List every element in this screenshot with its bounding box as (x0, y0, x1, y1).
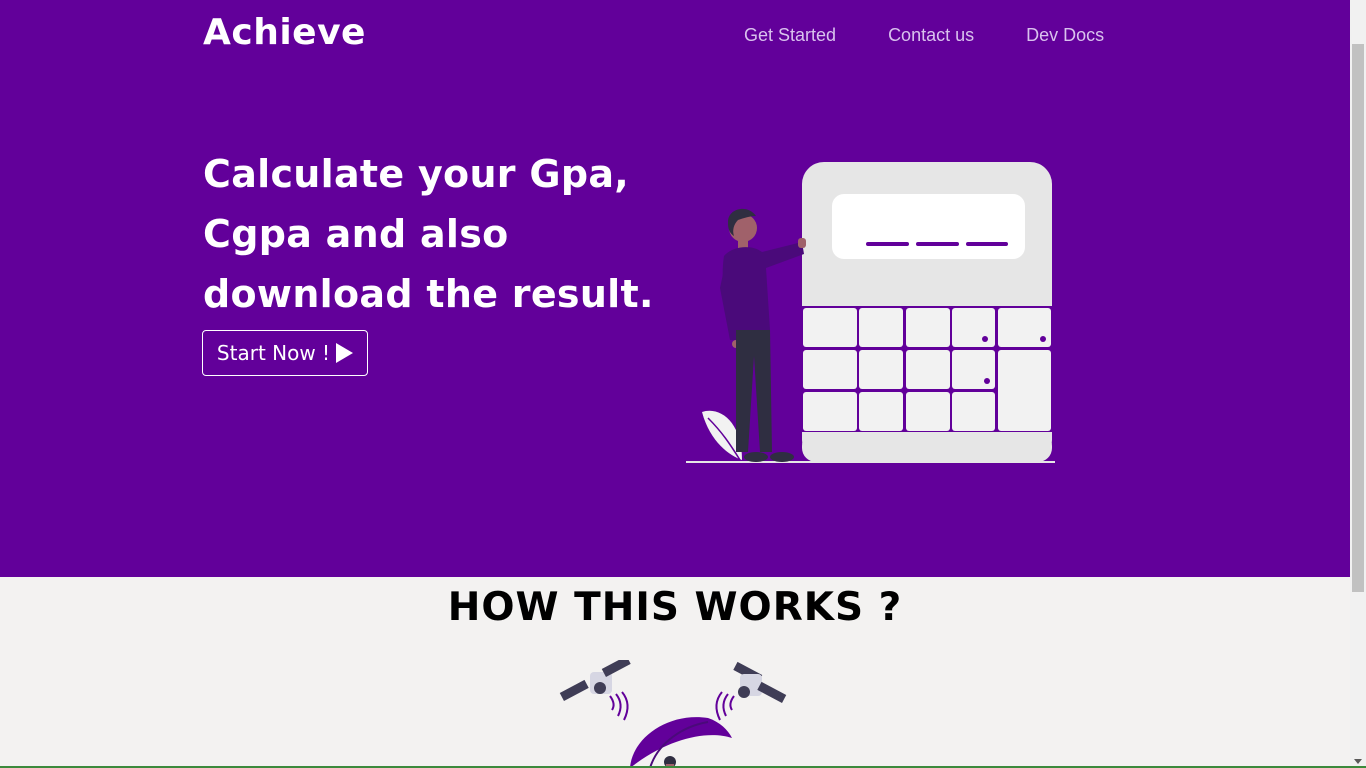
calculator-illustration (686, 162, 1055, 463)
vertical-scrollbar[interactable] (1350, 0, 1366, 768)
play-icon (336, 343, 354, 363)
satellites-umbrella-illustration (559, 660, 787, 768)
how-this-works-title: HOW THIS WORKS ? (447, 585, 903, 630)
hero-section: Achieve Get Started Contact us Dev Docs … (0, 0, 1350, 577)
scrollbar-thumb[interactable] (1352, 44, 1364, 592)
start-now-button[interactable]: Start Now ! (202, 330, 368, 376)
hero-headline: Calculate your Gpa, Cgpa and also downlo… (203, 152, 654, 316)
nav-contact-us[interactable]: Contact us (888, 24, 974, 46)
scroll-down-arrow-icon[interactable] (1354, 759, 1362, 764)
nav-dev-docs[interactable]: Dev Docs (1026, 24, 1104, 46)
nav-get-started[interactable]: Get Started (744, 24, 836, 46)
start-now-label: Start Now ! (216, 341, 331, 365)
top-nav: Get Started Contact us Dev Docs (744, 24, 1104, 46)
brand-logo[interactable]: Achieve (203, 12, 366, 53)
